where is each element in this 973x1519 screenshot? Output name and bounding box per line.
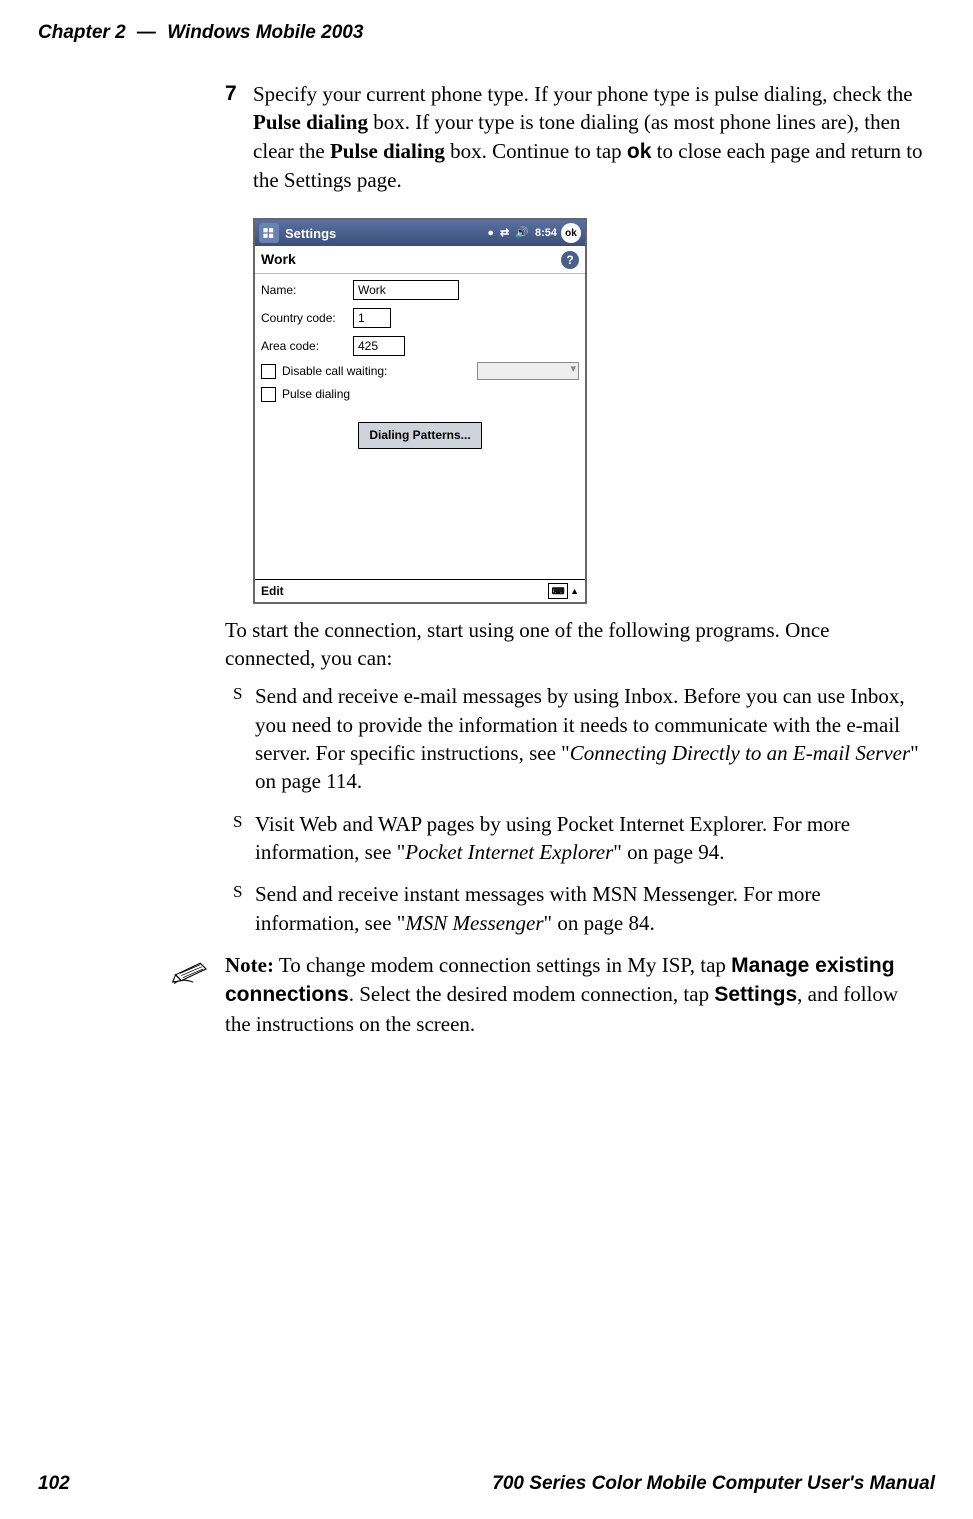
- note-t1: To change modem connection settings in M…: [274, 953, 731, 977]
- name-input[interactable]: Work: [353, 280, 459, 300]
- system-tray: ● ⇄ 🔊 8:54: [487, 226, 557, 241]
- connection-icon: ⇄: [500, 226, 509, 241]
- start-icon: [259, 223, 279, 243]
- pulse-dialing-checkbox[interactable]: [261, 387, 276, 402]
- b1-italic: Connecting Directly to an E-mail Server: [570, 741, 910, 765]
- disable-call-waiting-row: Disable call waiting:: [255, 360, 585, 382]
- pulse-dialing-label: Pulse dialing: [282, 386, 350, 402]
- area-code-input[interactable]: 425: [353, 336, 405, 356]
- step-7: 7 Specify your current phone type. If yo…: [225, 80, 925, 204]
- page-footer: 102 700 Series Color Mobile Computer Use…: [38, 1471, 935, 1497]
- b2-italic: Pocket Internet Explorer: [405, 840, 613, 864]
- speaker-icon: 🔊: [515, 226, 529, 241]
- bullet-1: Send and receive e-mail messages by usin…: [225, 682, 925, 795]
- note-block: Note: To change modem connection setting…: [171, 951, 925, 1048]
- step7-text-1: Specify your current phone type. If your…: [253, 82, 913, 106]
- ok-button[interactable]: ok: [561, 223, 581, 243]
- page-number: 102: [38, 1471, 70, 1497]
- screenshot-bottom-bar: Edit ⌨ ▲: [255, 579, 585, 602]
- bullet-2: Visit Web and WAP pages by using Pocket …: [225, 810, 925, 867]
- section-title: Work: [261, 250, 296, 269]
- step7-bold-2: Pulse dialing: [330, 139, 445, 163]
- clock-text: 8:54: [535, 226, 557, 241]
- device-screenshot: Settings ● ⇄ 🔊 8:54 ok Work ? Name: Work…: [253, 218, 587, 603]
- sip-area: ⌨ ▲: [548, 583, 579, 599]
- signal-icon: ●: [487, 226, 494, 241]
- screenshot-title: Settings: [285, 225, 487, 243]
- country-code-input[interactable]: 1: [353, 308, 391, 328]
- note-lead: Note:: [225, 953, 274, 977]
- note-icon: [171, 951, 225, 1048]
- call-waiting-combo[interactable]: [477, 362, 579, 380]
- name-row: Name: Work: [255, 278, 585, 302]
- note-b2: Settings: [714, 983, 797, 1006]
- note-t2: . Select the desired modem connection, t…: [349, 982, 715, 1006]
- section-header-row: Work ?: [255, 246, 585, 274]
- bullet-list: Send and receive e-mail messages by usin…: [225, 682, 925, 937]
- country-code-row: Country code: 1: [255, 306, 585, 330]
- dialing-button-row: Dialing Patterns...: [255, 422, 585, 448]
- chapter-label: Chapter 2: [38, 22, 126, 43]
- b2-text-b: " on page 94.: [613, 840, 724, 864]
- step-body: Specify your current phone type. If your…: [253, 80, 925, 204]
- step7-bold-3: ok: [627, 140, 652, 163]
- disable-call-waiting-checkbox[interactable]: [261, 364, 276, 379]
- disable-call-waiting-label: Disable call waiting:: [282, 363, 387, 379]
- header-dash: —: [137, 22, 156, 43]
- header-title: Windows Mobile 2003: [167, 22, 363, 43]
- page-content: 7 Specify your current phone type. If yo…: [225, 80, 925, 1048]
- step-number: 7: [225, 80, 253, 204]
- pulse-dialing-row: Pulse dialing: [255, 384, 585, 404]
- name-label: Name:: [261, 282, 353, 298]
- screenshot-titlebar: Settings ● ⇄ 🔊 8:54 ok: [255, 220, 585, 246]
- b3-italic: MSN Messenger: [405, 911, 543, 935]
- manual-title: 700 Series Color Mobile Computer User's …: [492, 1471, 935, 1497]
- area-code-row: Area code: 425: [255, 334, 585, 358]
- bullet-3: Send and receive instant messages with M…: [225, 880, 925, 937]
- help-icon[interactable]: ?: [561, 251, 579, 269]
- keyboard-icon[interactable]: ⌨: [548, 583, 568, 599]
- screenshot-spacer: [255, 459, 585, 579]
- area-code-label: Area code:: [261, 338, 353, 354]
- page-header: Chapter 2 — Windows Mobile 2003: [38, 20, 935, 46]
- edit-menu[interactable]: Edit: [261, 583, 284, 599]
- step7-bold-1: Pulse dialing: [253, 110, 368, 134]
- dialing-patterns-button[interactable]: Dialing Patterns...: [358, 422, 481, 448]
- sip-up-icon[interactable]: ▲: [570, 585, 579, 597]
- country-code-label: Country code:: [261, 310, 353, 326]
- step7-text-3: box. Continue to tap: [445, 139, 627, 163]
- note-body: Note: To change modem connection setting…: [225, 951, 925, 1048]
- b3-text-b: " on page 84.: [544, 911, 655, 935]
- after-screenshot-para: To start the connection, start using one…: [225, 616, 925, 673]
